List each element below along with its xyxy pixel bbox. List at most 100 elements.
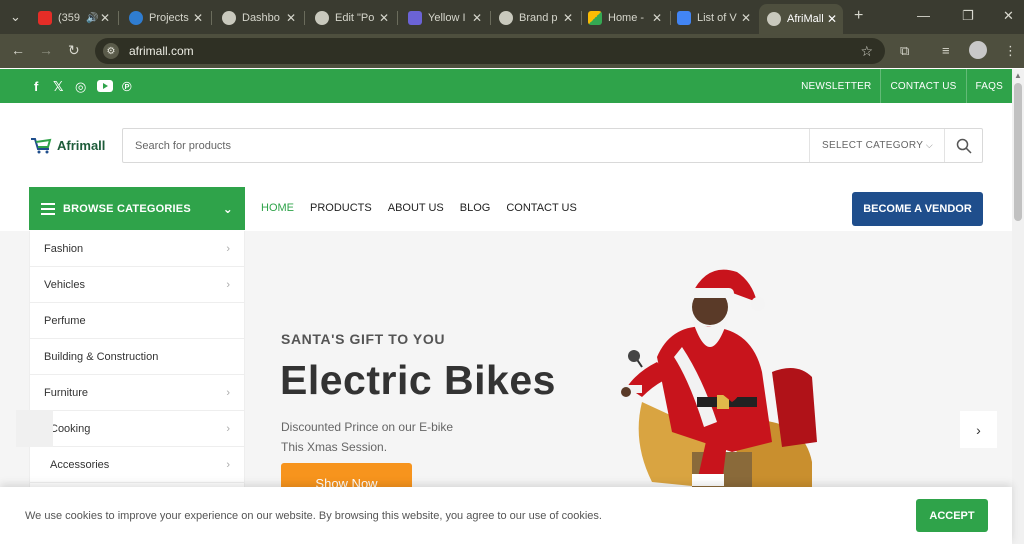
bookmark-star-icon[interactable]: ☆: [860, 43, 873, 60]
slider-next-button[interactable]: ›: [960, 411, 997, 448]
category-sidebar: Fashion › Vehicles › Perfume Building & …: [29, 231, 245, 487]
youtube-icon[interactable]: [97, 80, 113, 95]
browser-tab-projects[interactable]: Projects ✕: [121, 6, 209, 30]
category-select[interactable]: SELECT CATEGORY ⌵: [809, 129, 945, 162]
category-label: Vehicles: [44, 278, 85, 291]
site-topbar: f 𝕏 ◎ ℗ NEWSLETTER CONTACT US FAQS: [0, 69, 1012, 103]
search-button[interactable]: [944, 129, 982, 162]
tab-title: Home -: [608, 12, 645, 24]
chevron-down-icon: ⌄: [222, 201, 233, 216]
cookie-banner: We use cookies to improve your experienc…: [0, 487, 1012, 544]
slider-prev-button[interactable]: [16, 410, 53, 447]
browser-tab-yellow[interactable]: Yellow I ✕: [400, 6, 488, 30]
accept-cookies-button[interactable]: ACCEPT: [916, 499, 988, 532]
page-scrollbar[interactable]: ▲: [1012, 69, 1024, 544]
browse-categories-label: BROWSE CATEGORIES: [63, 202, 191, 215]
close-window-icon[interactable]: ✕: [1003, 8, 1014, 24]
media-controls-icon[interactable]: ≡: [942, 43, 950, 58]
tab-title: Projects: [149, 12, 189, 24]
main-nav: HOME PRODUCTS ABOUT US BLOG CONTACT US: [261, 202, 593, 214]
chevron-right-icon: ›: [226, 422, 230, 435]
category-item-fashion[interactable]: Fashion ›: [30, 231, 244, 267]
site-info-icon[interactable]: ⚙: [103, 43, 119, 59]
drive-favicon-icon: [588, 11, 602, 25]
browser-tabstrip: ⌄ (359 🔊 ✕ Projects ✕ Dashbo ✕ Edit "Po …: [0, 0, 1024, 34]
browser-tab-dashboard[interactable]: Dashbo ✕: [214, 6, 302, 30]
nav-home[interactable]: HOME: [261, 202, 294, 214]
minimize-icon[interactable]: —: [917, 8, 930, 23]
browser-toolbar: ← → ↻ ⚙ afrimall.com ☆ ⧉ ≡ ⋮: [0, 34, 1024, 68]
site-logo[interactable]: Afrimall: [30, 136, 105, 154]
nav-contact-us[interactable]: CONTACT US: [506, 202, 577, 214]
openai-favicon-icon: [499, 11, 513, 25]
search-input[interactable]: [123, 129, 803, 162]
chevron-right-icon: ›: [226, 386, 230, 399]
browser-tab-home[interactable]: Home - ✕: [580, 6, 668, 30]
hero-subtitle-line: This Xmas Session.: [281, 440, 388, 454]
x-twitter-icon[interactable]: 𝕏: [53, 79, 63, 95]
facebook-icon[interactable]: f: [34, 79, 38, 94]
category-label: Perfume: [44, 314, 86, 327]
close-tab-icon[interactable]: ✕: [827, 12, 837, 26]
scrollbar-thumb[interactable]: [1014, 83, 1022, 221]
category-label: Building & Construction: [44, 350, 159, 363]
forward-icon[interactable]: →: [39, 42, 53, 58]
address-bar[interactable]: ⚙ afrimall.com ☆: [95, 38, 885, 64]
globe-icon: [315, 11, 329, 25]
shield-favicon-icon: [408, 11, 422, 25]
tab-title: Yellow I: [428, 12, 466, 24]
back-icon[interactable]: ←: [11, 42, 25, 58]
newsletter-link[interactable]: NEWSLETTER: [792, 69, 880, 103]
browser-tab-edit[interactable]: Edit "Po ✕: [307, 6, 395, 30]
globe-icon: [222, 11, 236, 25]
profile-avatar[interactable]: [969, 41, 987, 59]
browser-tab-afrimall[interactable]: AfriMall ✕: [759, 4, 843, 34]
cookie-message: We use cookies to improve your experienc…: [25, 510, 602, 522]
scroll-up-icon[interactable]: ▲: [1014, 71, 1022, 80]
nav-products[interactable]: PRODUCTS: [310, 202, 372, 214]
nav-blog[interactable]: BLOG: [460, 202, 491, 214]
chevron-right-icon: ›: [976, 421, 981, 438]
instagram-icon[interactable]: ◎: [75, 79, 86, 95]
faqs-link[interactable]: FAQS: [965, 69, 1012, 103]
browser-tab-youtube[interactable]: (359 🔊 ✕: [30, 6, 116, 30]
hamburger-icon: [41, 200, 55, 218]
become-vendor-button[interactable]: BECOME A VENDOR: [852, 192, 983, 226]
close-tab-icon[interactable]: ✕: [286, 11, 296, 25]
youtube-favicon-icon: [38, 11, 52, 25]
tab-search-chevron-icon[interactable]: ⌄: [10, 9, 21, 25]
browser-tab-list[interactable]: List of V ✕: [669, 6, 757, 30]
santa-scooter-illustration: [621, 269, 817, 487]
menu-kebab-icon[interactable]: ⋮: [1004, 43, 1017, 59]
browse-categories-button[interactable]: BROWSE CATEGORIES ⌄: [29, 187, 245, 230]
contact-us-top-link[interactable]: CONTACT US: [880, 69, 965, 103]
reload-icon[interactable]: ↻: [68, 42, 80, 59]
nav-about-us[interactable]: ABOUT US: [388, 202, 444, 214]
close-tab-icon[interactable]: ✕: [563, 11, 573, 25]
search-icon: [956, 138, 972, 154]
close-tab-icon[interactable]: ✕: [193, 11, 203, 25]
close-tab-icon[interactable]: ✕: [741, 11, 751, 25]
category-item-accessories[interactable]: Accessories ›: [30, 447, 244, 483]
extensions-icon[interactable]: ⧉: [900, 43, 909, 59]
topbar-links: NEWSLETTER CONTACT US FAQS: [792, 69, 1012, 103]
category-item-cooking[interactable]: Cooking ›: [30, 411, 244, 447]
category-item-perfume[interactable]: Perfume: [30, 303, 244, 339]
category-label: Accessories: [50, 458, 110, 471]
hero-kicker: SANTA'S GIFT TO YOU: [281, 331, 446, 347]
browser-tab-brand[interactable]: Brand p ✕: [491, 6, 579, 30]
pinterest-icon[interactable]: ℗: [122, 79, 132, 94]
category-label: Furniture: [44, 386, 89, 399]
restore-icon[interactable]: ❐: [962, 8, 974, 24]
close-tab-icon[interactable]: ✕: [379, 11, 389, 25]
tab-title: (359: [58, 12, 81, 24]
globe-icon: [767, 12, 781, 26]
category-item-vehicles[interactable]: Vehicles ›: [30, 267, 244, 303]
close-tab-icon[interactable]: ✕: [652, 11, 662, 25]
close-tab-icon[interactable]: ✕: [100, 11, 110, 25]
close-tab-icon[interactable]: ✕: [472, 11, 482, 25]
new-tab-icon[interactable]: +: [854, 7, 863, 25]
cart-logo-icon: [30, 136, 52, 154]
category-item-building-construction[interactable]: Building & Construction: [30, 339, 244, 375]
category-item-furniture[interactable]: Furniture ›: [30, 375, 244, 411]
